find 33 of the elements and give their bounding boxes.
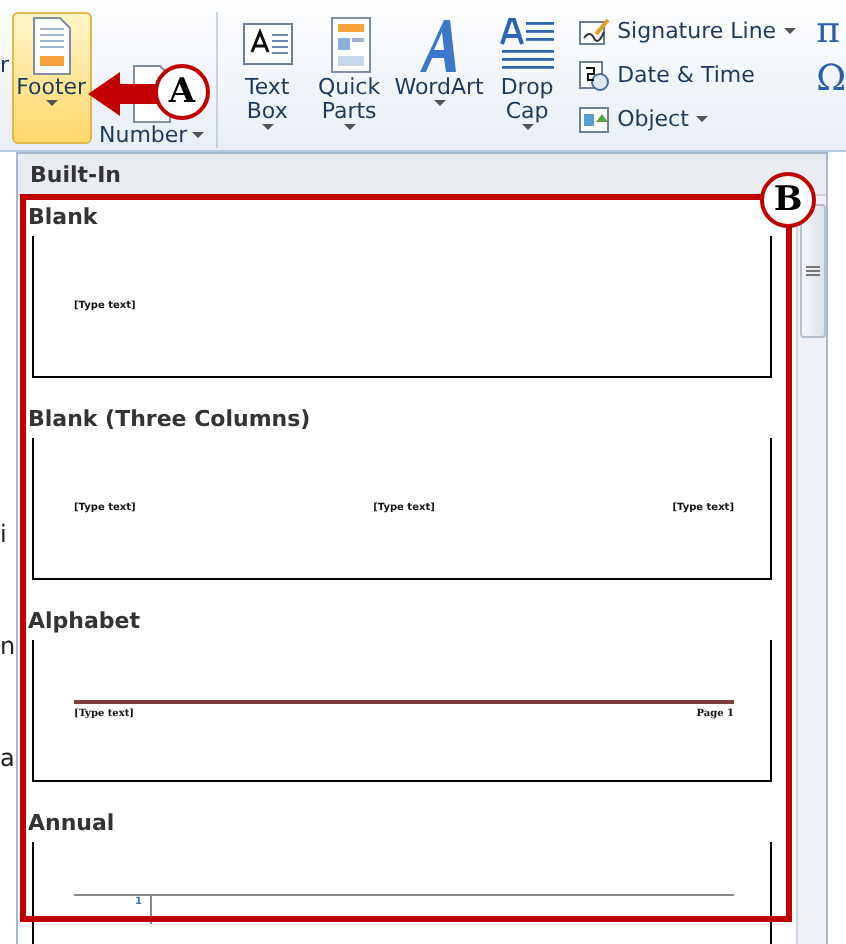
- symbol-button[interactable]: Ω: [816, 60, 846, 100]
- dropdown-caret-icon: [191, 132, 204, 140]
- dropdown-caret-icon: [343, 124, 356, 132]
- signature-icon: [577, 15, 610, 47]
- ribbon-small-button[interactable]: Object: [577, 100, 797, 138]
- footer-style-title: Alphabet: [28, 608, 143, 636]
- footer-button[interactable]: Footer: [11, 12, 91, 144]
- text-box-button[interactable]: Text Box: [229, 12, 306, 144]
- ribbon-small-button[interactable]: Date & Time: [577, 56, 797, 94]
- dropdown-caret-icon: [696, 115, 709, 123]
- footer-style-title: Annual: [28, 810, 117, 838]
- gallery-header: Built-In: [30, 161, 122, 187]
- dropdown-caret-icon: [784, 27, 797, 35]
- dropdown-caret-icon: [45, 100, 58, 108]
- footer-style-title: Blank: [28, 204, 100, 232]
- scrollbar-thumb[interactable]: [799, 204, 825, 338]
- object-icon: [577, 103, 610, 135]
- calendar-clock-icon: [577, 59, 610, 91]
- ribbon-label: r: [0, 52, 12, 78]
- footer-style-title: Blank (Three Columns): [28, 406, 313, 434]
- symbol-button[interactable]: π: [816, 12, 846, 52]
- ribbon-small-button[interactable]: Signature Line: [577, 12, 797, 50]
- document-text: i: [0, 518, 9, 552]
- document-text: n: [0, 630, 16, 664]
- wordart-button[interactable]: WordArt: [393, 12, 486, 144]
- document-text: a: [0, 742, 16, 776]
- drop-cap-button[interactable]: Drop Cap: [491, 12, 564, 144]
- dropdown-caret-icon: [261, 124, 274, 132]
- dropdown-caret-icon: [433, 100, 446, 108]
- grip-icon: [805, 265, 819, 277]
- dropdown-caret-icon: [521, 124, 534, 132]
- quick-parts-button[interactable]: Quick Parts: [311, 12, 388, 144]
- annotation-arrow: [88, 72, 160, 116]
